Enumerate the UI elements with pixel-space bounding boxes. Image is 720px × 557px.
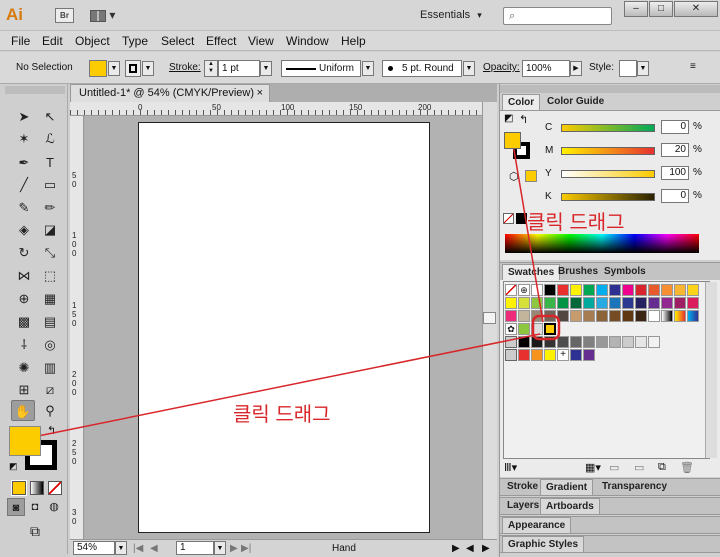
fill-color-box[interactable]	[9, 426, 41, 456]
annotation-overlay	[37, 143, 561, 437]
annotation-drag-label: 클릭 드래그	[527, 212, 625, 234]
annotation-highlight-circle	[531, 314, 561, 341]
color-panel-fill[interactable]	[504, 132, 521, 149]
annotation-drag-label: 클릭 드래그	[233, 404, 331, 426]
